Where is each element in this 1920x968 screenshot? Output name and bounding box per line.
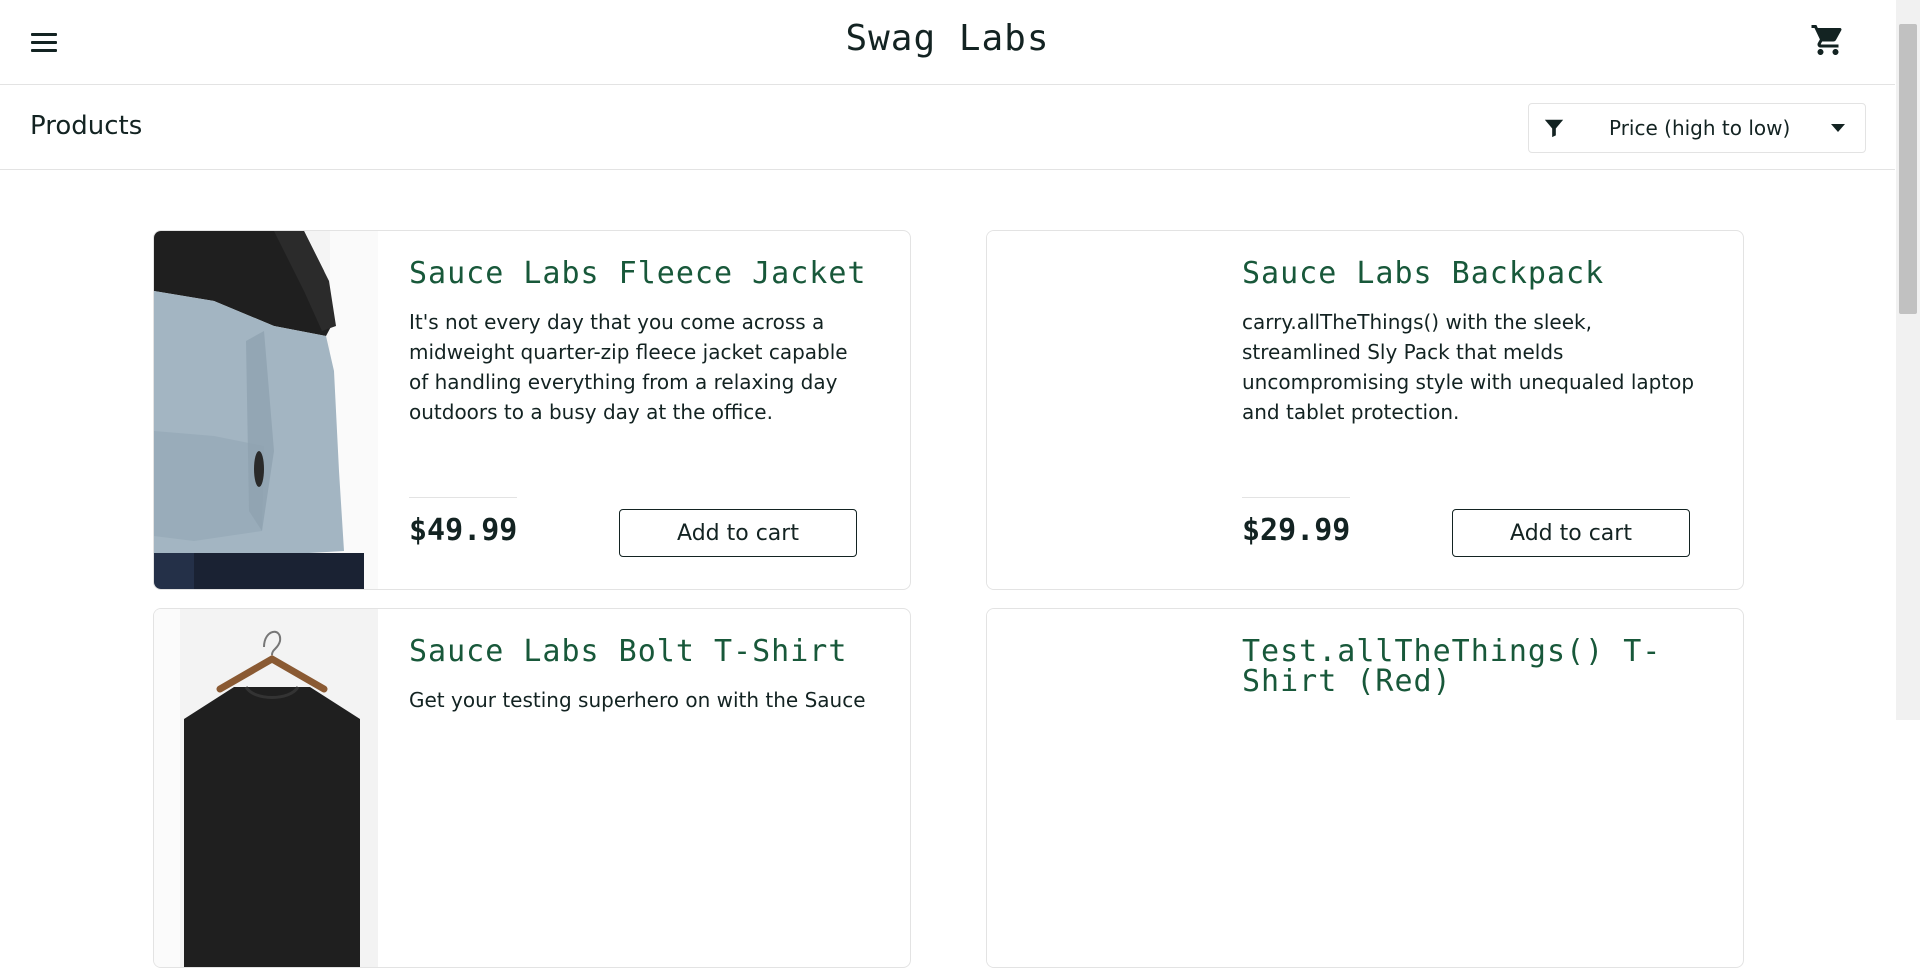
product-description: Get your testing superhero on with the S… <box>409 688 866 712</box>
page-title: Products <box>30 111 143 141</box>
primary-header: Swag Labs <box>0 0 1895 85</box>
price-divider <box>409 497 517 498</box>
add-to-cart-button[interactable]: Add to cart <box>619 509 857 557</box>
app-logo: Swag Labs <box>845 18 1050 59</box>
product-name[interactable]: Sauce Labs Backpack <box>1242 259 1712 289</box>
product-name[interactable]: Test.allTheThings() T-Shirt (Red) <box>1242 637 1712 697</box>
product-sort-select[interactable]: Price (high to low) <box>1528 103 1866 153</box>
price-divider <box>1242 497 1350 498</box>
product-description: It's not every day that you come across … <box>409 310 848 424</box>
inventory-item: Sauce Labs Fleece Jacket It's not every … <box>153 230 911 590</box>
product-name[interactable]: Sauce Labs Bolt T-Shirt <box>409 637 879 667</box>
product-price: $49.99 <box>409 513 518 548</box>
fleece-jacket-image <box>154 231 378 589</box>
scrollbar-thumb[interactable] <box>1899 24 1917 314</box>
inventory-item: Sauce Labs Backpack carry.allTheThings()… <box>986 230 1744 590</box>
secondary-header: Products Price (high to low) <box>0 85 1895 170</box>
bolt-tshirt-image <box>154 609 378 967</box>
caret-down-icon <box>1831 124 1845 132</box>
product-name[interactable]: Sauce Labs Fleece Jacket <box>409 259 879 289</box>
inventory-item: Sauce Labs Bolt T-Shirt Get your testing… <box>153 608 911 968</box>
shopping-cart-icon <box>1811 25 1842 55</box>
product-description: carry.allTheThings() with the sleek, str… <box>1242 310 1695 424</box>
inventory-item: Test.allTheThings() T-Shirt (Red) <box>986 608 1744 968</box>
product-price: $29.99 <box>1242 513 1351 548</box>
sort-selected-value: Price (high to low) <box>1609 116 1791 140</box>
product-image-backpack[interactable] <box>987 231 1211 589</box>
shopping-cart-button[interactable] <box>1810 22 1846 58</box>
add-to-cart-button[interactable]: Add to cart <box>1452 509 1690 557</box>
product-image-bolt-tshirt[interactable] <box>154 609 378 967</box>
product-image-fleece-jacket[interactable] <box>154 231 378 589</box>
product-image-red-tshirt[interactable] <box>987 609 1211 967</box>
filter-funnel-icon <box>1544 119 1564 138</box>
vertical-scrollbar[interactable] <box>1896 0 1920 720</box>
